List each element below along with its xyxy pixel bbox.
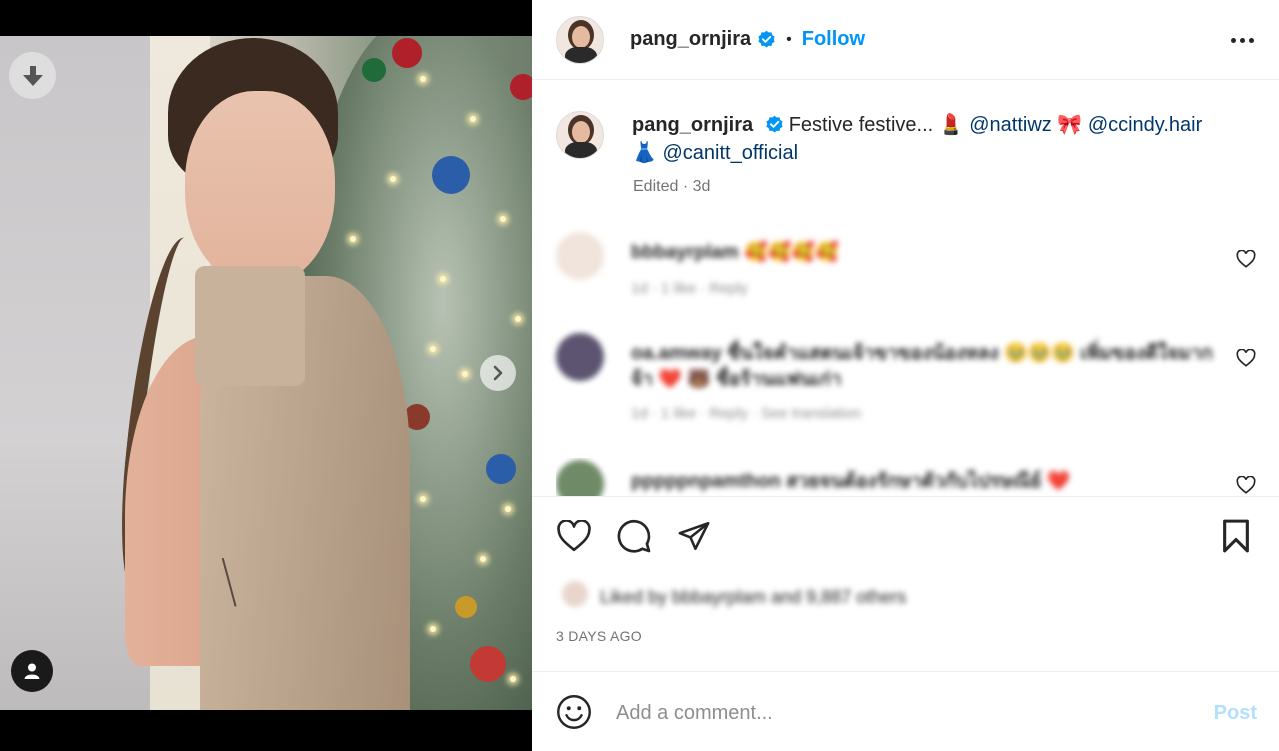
photo-face bbox=[185, 91, 335, 286]
add-comment-bar: Post bbox=[532, 672, 1279, 751]
ornament bbox=[455, 596, 477, 618]
tree-light bbox=[430, 346, 436, 352]
mention-link[interactable]: @nattiwz bbox=[969, 114, 1052, 136]
post-photo[interactable] bbox=[0, 36, 532, 710]
tree-light bbox=[462, 371, 468, 377]
comment-like-heart-icon[interactable] bbox=[1236, 250, 1256, 268]
paper-plane-icon bbox=[678, 521, 710, 551]
follow-button[interactable]: Follow bbox=[802, 28, 865, 51]
mention-link[interactable]: @ccindy.hair bbox=[1088, 114, 1202, 136]
actions-divider bbox=[532, 496, 1279, 497]
comment-avatar[interactable] bbox=[556, 333, 604, 381]
comment-meta: 1d · 1 like · Reply bbox=[631, 280, 748, 297]
likes-text[interactable]: Liked by bbbayrplam and 9,887 others bbox=[600, 587, 906, 608]
comment-meta: 1d · 1 like · Reply · See translation bbox=[631, 405, 862, 422]
verified-badge-icon bbox=[758, 30, 775, 48]
post-media bbox=[0, 0, 532, 751]
ornament bbox=[510, 74, 532, 100]
chevron-right-icon bbox=[493, 365, 503, 381]
caption: pang_ornjira Festive festive... 💄 @natti… bbox=[556, 111, 1246, 167]
tree-light bbox=[350, 236, 356, 242]
comment-item: bbbayrplam 🥰🥰🥰🥰 1d · 1 like · Reply bbox=[556, 230, 1256, 310]
tree-light bbox=[505, 506, 511, 512]
tree-light bbox=[470, 116, 476, 122]
caption-avatar[interactable] bbox=[556, 111, 604, 159]
ornament bbox=[470, 646, 506, 682]
tree-light bbox=[390, 176, 396, 182]
tree-light bbox=[430, 626, 436, 632]
tree-light bbox=[480, 556, 486, 562]
tree-light bbox=[420, 76, 426, 82]
verified-badge-icon bbox=[766, 115, 783, 133]
comment-like-heart-icon[interactable] bbox=[1236, 476, 1256, 494]
comment-bubble-icon bbox=[617, 519, 651, 553]
ornament bbox=[432, 156, 470, 194]
comment-input[interactable] bbox=[616, 698, 1176, 728]
caption-body: Festive festive... 💄 bbox=[788, 114, 964, 136]
header-username[interactable]: pang_ornjira bbox=[630, 28, 751, 51]
header-separator: • bbox=[786, 30, 792, 48]
comment-text: oa.amway ชื่นใจคำแสตนเจ้าขาของน้องหลง 🥹🥹… bbox=[631, 343, 1213, 390]
mention-link[interactable]: @canitt_official bbox=[662, 142, 798, 164]
post-details-panel: pang_ornjira • Follow pang_ornjira Festi… bbox=[532, 0, 1279, 751]
download-arrow-icon bbox=[22, 65, 43, 86]
comment-avatar[interactable] bbox=[556, 460, 604, 496]
comment-avatar[interactable] bbox=[556, 232, 604, 280]
caption-username[interactable]: pang_ornjira bbox=[632, 114, 753, 136]
comment-text: pppppnpamthon สวยจนต้องรักษาตัวกับไปรษณี… bbox=[631, 471, 1071, 492]
tree-light bbox=[515, 316, 521, 322]
liker-avatar bbox=[562, 581, 588, 607]
download-button[interactable] bbox=[9, 52, 56, 99]
comment-like-heart-icon[interactable] bbox=[1236, 349, 1256, 367]
caption-text: pang_ornjira Festive festive... 💄 @natti… bbox=[632, 111, 1232, 167]
photo-collar bbox=[195, 266, 305, 386]
caption-emoji: 🎀 bbox=[1051, 114, 1083, 136]
ornament bbox=[486, 454, 516, 484]
more-options-icon[interactable] bbox=[1229, 30, 1255, 50]
tree-light bbox=[440, 276, 446, 282]
comment-text: bbbayrplam 🥰🥰🥰🥰 bbox=[631, 242, 839, 263]
avatar[interactable] bbox=[556, 15, 604, 64]
like-button[interactable] bbox=[554, 516, 594, 556]
post-header: pang_ornjira • Follow bbox=[532, 0, 1279, 80]
post-date[interactable]: 3 DAYS AGO bbox=[556, 628, 642, 644]
heart-icon bbox=[557, 520, 591, 552]
tree-light bbox=[510, 676, 516, 682]
share-button[interactable] bbox=[674, 516, 714, 556]
tagged-users-button[interactable] bbox=[11, 650, 53, 692]
caption-emoji: 👗 bbox=[632, 142, 657, 164]
comment-button[interactable] bbox=[614, 516, 654, 556]
comment-item: pppppnpamthon สวยจนต้องรักษาตัวกับไปรษณี… bbox=[556, 458, 1256, 496]
action-bar bbox=[556, 516, 1256, 556]
bookmark-icon bbox=[1223, 519, 1249, 553]
next-slide-button[interactable] bbox=[480, 355, 516, 391]
ornament bbox=[362, 58, 386, 82]
likes-summary[interactable]: Liked by bbbayrplam and 9,887 others bbox=[532, 575, 1279, 619]
tree-light bbox=[420, 496, 426, 502]
comment-item: oa.amway ชื่นใจคำแสตนเจ้าขาของน้องหลง 🥹🥹… bbox=[556, 333, 1256, 433]
caption-meta: Edited · 3d bbox=[633, 178, 711, 195]
emoji-smile-icon[interactable] bbox=[556, 694, 592, 730]
ornament bbox=[392, 38, 422, 68]
user-tag-icon bbox=[24, 663, 40, 679]
post-comment-button[interactable]: Post bbox=[1214, 702, 1257, 725]
tree-light bbox=[500, 216, 506, 222]
save-button[interactable] bbox=[1216, 516, 1256, 556]
